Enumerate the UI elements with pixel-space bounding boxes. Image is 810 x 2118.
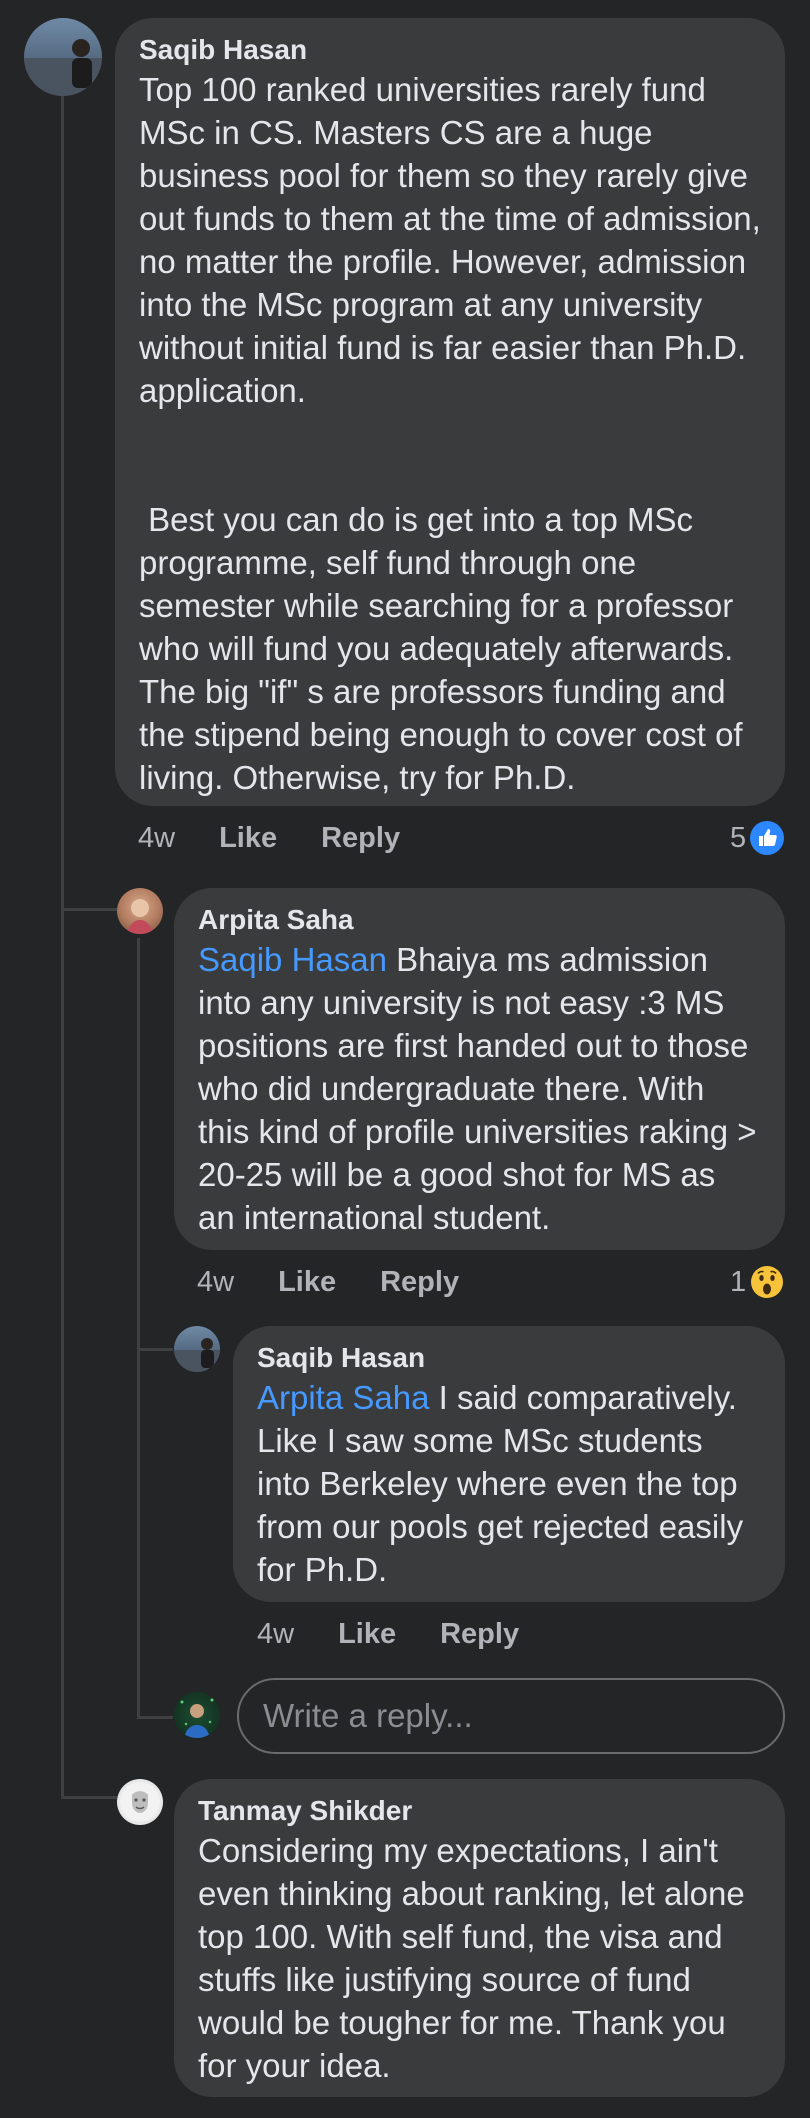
comment-text-body: Bhaiya ms admission into any university … bbox=[198, 941, 766, 1236]
reaction-summary[interactable]: 1 bbox=[730, 1260, 784, 1304]
reply-button[interactable]: Reply bbox=[380, 1266, 459, 1299]
reply-input-placeholder: Write a reply... bbox=[263, 1697, 473, 1734]
thread-line-branch-4 bbox=[61, 1796, 117, 1799]
comment-bubble: Arpita Saha Saqib Hasan Bhaiya ms admiss… bbox=[174, 888, 785, 1250]
thread-line-sub bbox=[137, 938, 140, 1718]
thread-line-branch-1 bbox=[61, 908, 117, 911]
comment-text: Saqib Hasan Bhaiya ms admission into any… bbox=[198, 938, 761, 1239]
wow-icon bbox=[750, 1265, 784, 1299]
reply-input[interactable]: Write a reply... bbox=[237, 1678, 785, 1754]
comment-author[interactable]: Tanmay Shikder bbox=[198, 1793, 761, 1829]
comment-timestamp[interactable]: 4w bbox=[197, 1266, 234, 1299]
comment-actions: 4w Like Reply bbox=[138, 816, 444, 860]
comment-bubble: Saqib Hasan Arpita Saha I said comparati… bbox=[233, 1326, 785, 1602]
like-icon bbox=[750, 821, 785, 855]
reaction-summary[interactable]: 5 bbox=[730, 816, 785, 860]
comment-actions: 4w Like Reply bbox=[257, 1612, 563, 1656]
comment-author[interactable]: Saqib Hasan bbox=[139, 32, 761, 68]
comment-bubble: Saqib Hasan Top 100 ranked universities … bbox=[115, 18, 785, 806]
thread-line-main bbox=[61, 96, 64, 1796]
avatar[interactable] bbox=[117, 888, 163, 934]
avatar[interactable] bbox=[117, 1779, 163, 1825]
mention-link[interactable]: Saqib Hasan bbox=[198, 941, 387, 978]
comment-actions: 4w Like Reply bbox=[197, 1260, 503, 1304]
like-button[interactable]: Like bbox=[338, 1618, 396, 1651]
comment-author[interactable]: Saqib Hasan bbox=[257, 1340, 761, 1376]
reaction-count: 5 bbox=[730, 821, 747, 854]
like-button[interactable]: Like bbox=[278, 1266, 336, 1299]
mention-link[interactable]: Arpita Saha bbox=[257, 1379, 429, 1416]
like-button[interactable]: Like bbox=[219, 822, 277, 855]
comment-timestamp[interactable]: 4w bbox=[257, 1618, 294, 1651]
comment-text: Arpita Saha I said comparatively. Like I… bbox=[257, 1376, 761, 1591]
comment-text: Top 100 ranked universities rarely fund … bbox=[139, 71, 761, 796]
reply-button[interactable]: Reply bbox=[321, 822, 400, 855]
comment-text: Considering my expectations, I ain't eve… bbox=[198, 1832, 754, 2084]
reply-button[interactable]: Reply bbox=[440, 1618, 519, 1651]
comment-bubble: Tanmay Shikder Considering my expectatio… bbox=[174, 1779, 785, 2097]
reaction-count: 1 bbox=[730, 1265, 747, 1298]
thread-line-branch-input bbox=[137, 1716, 173, 1719]
avatar bbox=[174, 1692, 220, 1738]
comment-author[interactable]: Arpita Saha bbox=[198, 902, 761, 938]
avatar[interactable] bbox=[174, 1326, 220, 1372]
thread-line-branch-3 bbox=[137, 1348, 173, 1351]
avatar[interactable] bbox=[24, 18, 102, 96]
comment-timestamp[interactable]: 4w bbox=[138, 822, 175, 855]
